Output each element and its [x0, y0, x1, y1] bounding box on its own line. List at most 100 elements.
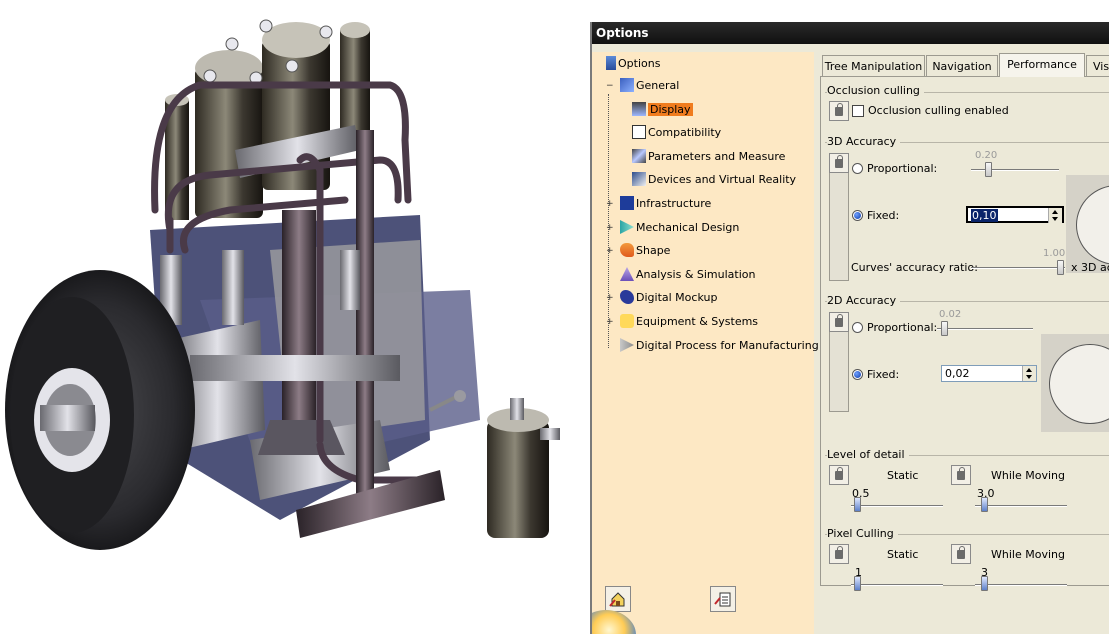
tree-item-label: Equipment & Systems	[636, 314, 759, 328]
accuracy-2d-lock-button[interactable]	[829, 312, 849, 332]
occlusion-lock-button[interactable]	[829, 101, 849, 121]
accuracy-2d-title: 2D Accuracy	[827, 294, 901, 307]
expander-infrastructure-icon[interactable]: +	[606, 200, 614, 209]
tree-item-devices[interactable]: Devices and Virtual Reality	[632, 172, 796, 186]
proportional-2d-slider-track	[937, 328, 1033, 330]
tab-performance[interactable]: Performance	[999, 53, 1085, 77]
lod-title: Level of detail	[827, 448, 909, 461]
fixed-2d-spinner-icon[interactable]	[1022, 366, 1036, 381]
tree-item-mechanical-design[interactable]: Mechanical Design	[620, 220, 739, 234]
compatibility-icon	[632, 125, 646, 139]
tree-item-digital-process[interactable]: Digital Process for Manufacturing	[620, 338, 819, 352]
tree-item-infrastructure[interactable]: Infrastructure	[620, 196, 711, 210]
catia-logo-icon	[592, 604, 642, 634]
export-options-button[interactable]	[710, 586, 736, 612]
fixed-3d-radio[interactable]	[852, 210, 863, 221]
tree-item-compatibility[interactable]: Compatibility	[632, 125, 721, 139]
fixed-3d-spinner-icon[interactable]	[1048, 208, 1062, 223]
expander-shape-icon[interactable]: +	[606, 247, 614, 256]
proportional-2d-slider[interactable]	[941, 321, 948, 336]
tab-navigation[interactable]: Navigation	[926, 55, 998, 76]
pixel-moving-lock-button[interactable]	[951, 544, 971, 564]
digital-process-icon	[620, 338, 634, 352]
occlusion-checkbox[interactable]	[852, 105, 864, 117]
lod-moving-label: While Moving	[991, 469, 1065, 482]
performance-panel: Occlusion culling Occlusion culling enab…	[820, 76, 1109, 591]
tree-root-options[interactable]: Options	[606, 56, 660, 70]
tree-item-label: General	[636, 78, 680, 92]
fixed-2d-input[interactable]: 0,02	[941, 365, 1037, 382]
pixel-static-slider[interactable]	[854, 576, 861, 591]
proportional-3d-value: 0.20	[975, 150, 998, 161]
expander-mockup-icon[interactable]: +	[606, 294, 614, 303]
proportional-3d-radio[interactable]	[852, 163, 863, 174]
tree-item-label: Analysis & Simulation	[636, 267, 756, 281]
occlusion-title: Occlusion culling	[827, 84, 924, 97]
fixed-2d-value: 0,02	[945, 367, 970, 380]
proportional-2d-label: Proportional:	[867, 321, 938, 334]
curves-ratio-label: Curves' accuracy ratio:	[851, 261, 978, 274]
curves-ratio-slider[interactable]	[1057, 260, 1064, 275]
parameters-icon	[632, 149, 646, 163]
tree-item-label: Digital Mockup	[636, 290, 718, 304]
pixel-title: Pixel Culling	[827, 527, 898, 540]
tree-item-parameters[interactable]: Parameters and Measure	[632, 149, 785, 163]
display-icon	[632, 102, 646, 116]
proportional-2d-radio[interactable]	[852, 322, 863, 333]
pixel-static-label: Static	[887, 548, 919, 561]
fixed-3d-label: Fixed:	[867, 209, 900, 222]
occlusion-checkbox-label: Occlusion culling enabled	[868, 104, 1009, 117]
accuracy-3d-title: 3D Accuracy	[827, 135, 901, 148]
accuracy-3d-preview	[1066, 175, 1109, 273]
curves-ratio-suffix: x 3D acc	[1071, 261, 1109, 274]
lod-moving-slider-track	[975, 505, 1067, 507]
fixed-2d-label: Fixed:	[867, 368, 900, 381]
lod-moving-slider[interactable]	[981, 497, 988, 512]
tree-item-general[interactable]: General	[620, 78, 679, 92]
expander-general-icon[interactable]: −	[606, 82, 614, 91]
tree-item-shape[interactable]: Shape	[620, 243, 670, 257]
tree-item-label: Devices and Virtual Reality	[648, 172, 797, 186]
tree-item-equipment[interactable]: Equipment & Systems	[620, 314, 758, 328]
lod-static-slider[interactable]	[854, 497, 861, 512]
shape-icon	[620, 243, 634, 257]
proportional-3d-slider[interactable]	[985, 162, 992, 177]
tab-visualization[interactable]: Visu	[1086, 55, 1109, 76]
tree-item-display[interactable]: Display	[632, 102, 693, 116]
pixel-moving-slider-track	[975, 584, 1067, 586]
devices-icon	[632, 172, 646, 186]
digital-mockup-icon	[620, 290, 634, 304]
pixel-moving-slider[interactable]	[981, 576, 988, 591]
lod-static-label: Static	[887, 469, 919, 482]
3d-viewport[interactable]	[0, 0, 590, 634]
lod-static-slider-track	[851, 505, 943, 507]
options-root-icon	[606, 56, 616, 70]
analysis-icon	[620, 267, 634, 281]
tree-root-label: Options	[618, 56, 661, 70]
tree-item-analysis[interactable]: Analysis & Simulation	[620, 267, 756, 281]
expander-equipment-icon[interactable]: +	[606, 318, 614, 327]
mechanical-design-icon	[620, 220, 634, 234]
window-title[interactable]: Options	[592, 22, 1109, 44]
accuracy-3d-lock-button[interactable]	[829, 153, 849, 173]
tree-item-label: Parameters and Measure	[648, 149, 786, 163]
proportional-3d-label: Proportional:	[867, 162, 938, 175]
infrastructure-icon	[620, 196, 634, 210]
export-list-icon	[714, 592, 731, 607]
tree-item-label: Shape	[636, 243, 671, 257]
fixed-2d-radio[interactable]	[852, 369, 863, 380]
fixed-3d-value: 0,10	[971, 209, 998, 222]
expander-mechanical-icon[interactable]: +	[606, 224, 614, 233]
pixel-static-lock-button[interactable]	[829, 544, 849, 564]
lod-moving-lock-button[interactable]	[951, 465, 971, 485]
general-icon	[620, 78, 634, 92]
tree-item-label: Compatibility	[648, 125, 722, 139]
tab-tree-manipulation[interactable]: Tree Manipulation	[822, 55, 925, 76]
tree-item-label: Mechanical Design	[636, 220, 740, 234]
fixed-3d-input[interactable]: 0,10	[966, 206, 1064, 223]
options-dialog: Options Options − General Display Compat…	[590, 22, 1109, 634]
curves-ratio-slider-track	[971, 267, 1065, 269]
pixel-static-slider-track	[851, 584, 943, 586]
lod-static-lock-button[interactable]	[829, 465, 849, 485]
tree-item-digital-mockup[interactable]: Digital Mockup	[620, 290, 717, 304]
